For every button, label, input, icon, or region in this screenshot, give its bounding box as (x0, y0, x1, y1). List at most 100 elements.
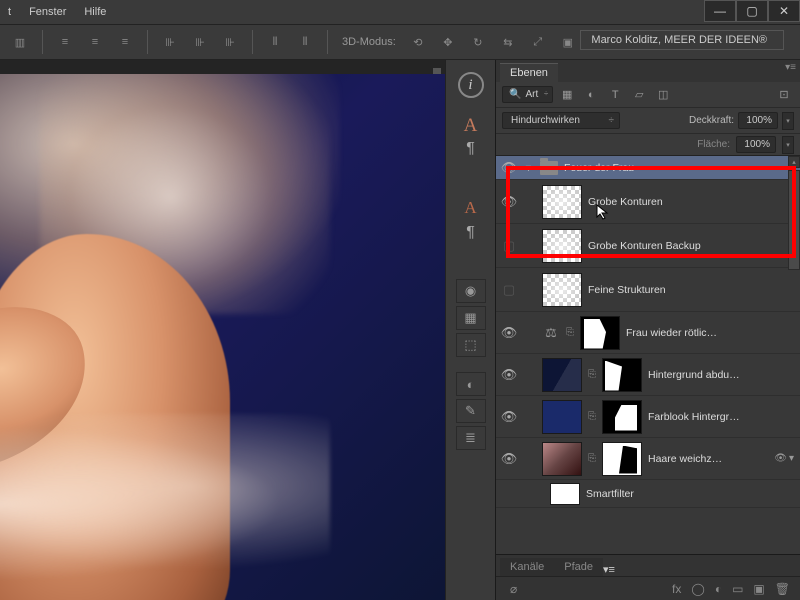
menu-item[interactable]: t (8, 6, 11, 18)
visibility-toggle[interactable]: 👁 (500, 451, 518, 467)
close-button[interactable]: ✕ (768, 0, 800, 22)
fill-dropdown-icon[interactable]: ▾ (782, 136, 794, 154)
layer-row[interactable]: 👁 Grobe Konturen (496, 180, 800, 224)
align-right-icon[interactable]: ≡ (113, 30, 137, 54)
character-panel-icon[interactable]: A (464, 115, 478, 137)
layer-thumbnail[interactable] (542, 400, 582, 434)
layer-name[interactable]: Hintergrund abdu… (648, 369, 740, 381)
layer-row[interactable]: ▢ Feine Strukturen (496, 268, 800, 312)
layer-thumbnail[interactable] (542, 229, 582, 263)
layer-mask-thumbnail[interactable] (602, 442, 642, 476)
align-left-icon[interactable]: ≡ (53, 30, 77, 54)
trash-icon[interactable]: 🗑 (775, 582, 790, 596)
brush-icon[interactable]: ✎ (456, 399, 486, 423)
layer-name[interactable]: Feine Strukturen (588, 284, 666, 296)
panel-menu-icon[interactable]: ▾≡ (603, 563, 615, 576)
info-icon[interactable]: i (458, 72, 484, 98)
smartfilter-mask[interactable] (550, 483, 580, 505)
distribute-icon[interactable]: ⊪ (188, 30, 212, 54)
tab-pfade[interactable]: Pfade (554, 558, 603, 576)
mask-icon[interactable]: ◯ (691, 582, 704, 596)
filter-toggle[interactable]: ⊡ (774, 86, 794, 104)
minimize-button[interactable]: — (704, 0, 736, 22)
filter-pixel-icon[interactable]: ▦ (557, 86, 577, 104)
layer-mask-thumbnail[interactable] (602, 358, 642, 392)
adjustment-icon[interactable]: ◐ (715, 582, 722, 596)
link-icon[interactable]: ⎘ (588, 453, 596, 464)
distribute-icon[interactable]: ⊪ (158, 30, 182, 54)
blend-mode-dropdown[interactable]: Hindurchwirken (502, 112, 620, 129)
visibility-toggle[interactable]: ▢ (500, 282, 518, 298)
layer-thumbnail[interactable] (542, 185, 582, 219)
layer-row[interactable]: 👁 ⎘ Farblook Hintergr… (496, 396, 800, 438)
opacity-value[interactable]: 100% (738, 112, 778, 129)
filter-adjust-icon[interactable]: ◐ (581, 86, 601, 104)
distribute-v-icon[interactable]: ⦀ (263, 30, 287, 54)
align-center-icon[interactable]: ≡ (83, 30, 107, 54)
visibility-toggle[interactable]: 👁 (500, 160, 518, 176)
filter-type-icon[interactable]: T (605, 86, 625, 104)
scroll-up-icon[interactable]: ▴ (788, 156, 800, 168)
link-icon[interactable]: ⎘ (566, 327, 574, 338)
visibility-toggle[interactable]: 👁 (500, 409, 518, 425)
menu-item-fenster[interactable]: Fenster (29, 6, 66, 18)
layer-name[interactable]: Frau wieder rötlic… (626, 327, 717, 339)
tab-layers[interactable]: Ebenen (500, 63, 558, 82)
layer-row[interactable]: 👁 ⎘ Haare weichz… 👁▾ (496, 438, 800, 480)
slide-icon[interactable]: ⇆ (496, 30, 520, 54)
new-layer-icon[interactable]: ▣ (753, 582, 764, 596)
layers-list[interactable]: ▴ 👁 ▼ Feuer der Frau 👁 Grobe Konturen (496, 156, 800, 554)
roll-icon[interactable]: ↻ (466, 30, 490, 54)
layer-row[interactable]: ▢ Grobe Konturen Backup (496, 224, 800, 268)
layer-group-header[interactable]: 👁 ▼ Feuer der Frau (496, 156, 800, 180)
layer-thumbnail[interactable] (542, 358, 582, 392)
maximize-button[interactable]: ▢ (736, 0, 768, 22)
tab-kanaele[interactable]: Kanäle (500, 558, 554, 576)
pan-icon[interactable]: ✥ (436, 30, 460, 54)
arrange-icon[interactable]: ▥ (8, 30, 32, 54)
layer-thumbnail[interactable] (542, 442, 582, 476)
group-icon[interactable]: ▭ (732, 582, 743, 596)
layer-mask-thumbnail[interactable] (602, 400, 642, 434)
link-layers-icon[interactable]: ⌀ (510, 582, 517, 596)
fx-icon[interactable]: fx (672, 582, 681, 596)
opacity-dropdown-icon[interactable]: ▾ (782, 112, 794, 130)
distribute-v-icon[interactable]: ⦀ (293, 30, 317, 54)
layer-name[interactable]: Farblook Hintergr… (648, 411, 740, 423)
visibility-toggle[interactable]: 👁 (500, 194, 518, 210)
layer-name[interactable]: Grobe Konturen Backup (588, 240, 701, 252)
layer-row[interactable]: 👁 ⎘ Hintergrund abdu… (496, 354, 800, 396)
layer-name[interactable]: Haare weichz… (648, 453, 722, 465)
camera-icon[interactable]: ▣ (556, 30, 580, 54)
scrollbar[interactable] (788, 170, 800, 270)
layer-thumbnail[interactable] (542, 273, 582, 307)
layer-mask-thumbnail[interactable] (580, 316, 620, 350)
distribute-icon[interactable]: ⊪ (218, 30, 242, 54)
link-icon[interactable]: ⎘ (588, 411, 596, 422)
smartfilter-row[interactable]: Smartfilter (496, 480, 800, 508)
paragraph-styles-icon[interactable]: ¶ (466, 224, 475, 242)
account-dropdown[interactable]: Marco Kolditz, MEER DER IDEEN® (580, 30, 784, 50)
fill-value[interactable]: 100% (736, 136, 776, 153)
styles-icon[interactable]: ⬚ (456, 333, 486, 357)
visibility-toggle[interactable]: 👁 (500, 325, 518, 341)
layer-name[interactable]: Grobe Konturen (588, 196, 663, 208)
filter-smart-icon[interactable]: ◫ (653, 86, 673, 104)
filter-kind-dropdown[interactable]: 🔍 Art (502, 86, 553, 103)
menu-item-hilfe[interactable]: Hilfe (84, 6, 106, 18)
link-icon[interactable]: ⎘ (588, 369, 596, 380)
visibility-toggle[interactable]: 👁 (500, 367, 518, 383)
swatches-icon[interactable]: ◉ (456, 279, 486, 303)
char-styles-icon[interactable]: A (458, 195, 484, 221)
visibility-toggle[interactable]: ▢ (500, 238, 518, 254)
fx-badge[interactable]: 👁▾ (774, 453, 796, 464)
orbit-icon[interactable]: ⟲ (406, 30, 430, 54)
disclose-icon[interactable]: ▼ (524, 163, 534, 173)
color-icon[interactable]: ▦ (456, 306, 486, 330)
layer-row[interactable]: 👁 ⚖ ⎘ Frau wieder rötlic… (496, 312, 800, 354)
scale-icon[interactable]: ⤢ (526, 30, 550, 54)
properties-icon[interactable]: ≣ (456, 426, 486, 450)
canvas-area[interactable] (0, 60, 445, 600)
adjustments-icon[interactable]: ◐ (456, 372, 486, 396)
panel-menu-icon[interactable]: ▾≡ (785, 62, 796, 73)
